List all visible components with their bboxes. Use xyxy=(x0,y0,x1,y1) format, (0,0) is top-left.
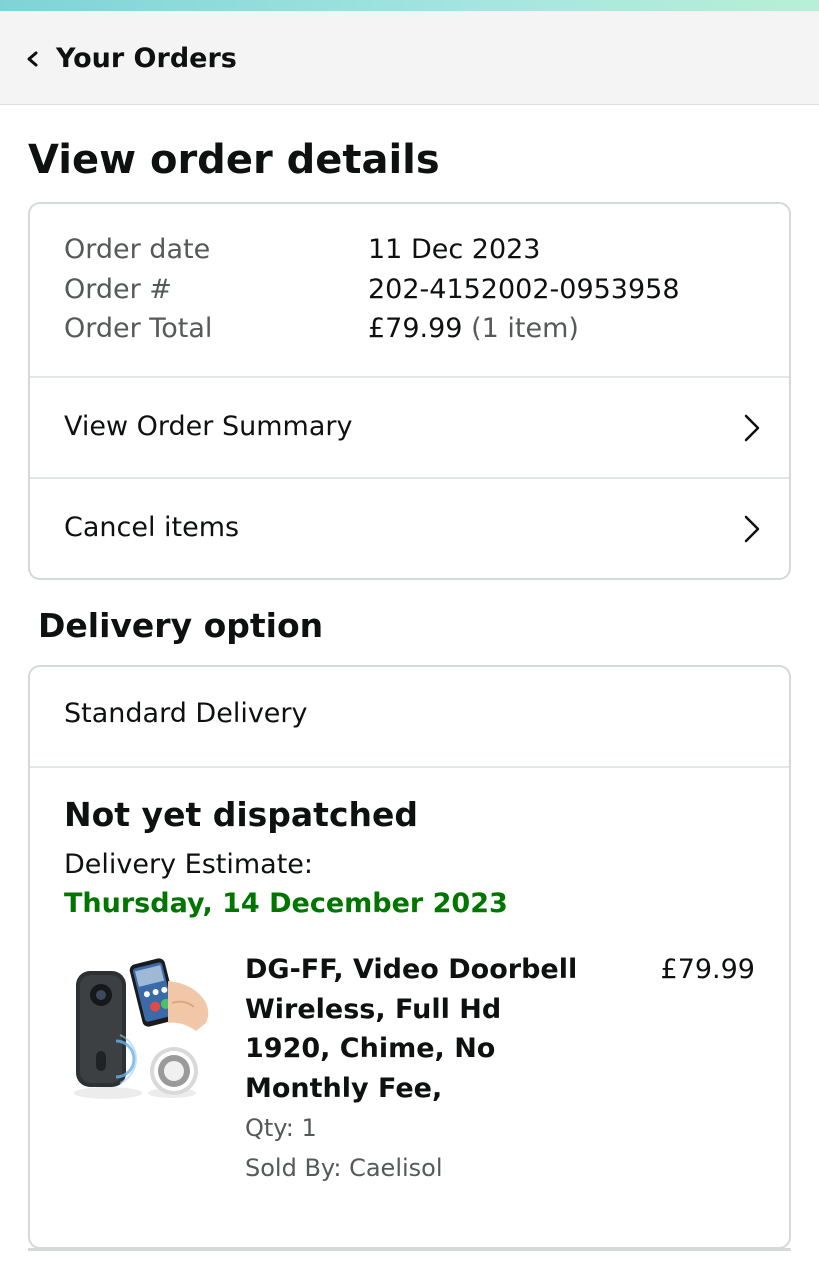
top-accent-strip xyxy=(0,0,819,11)
product-seller: Sold By: Caelisol xyxy=(245,1154,443,1182)
cancel-items-label: Cancel items xyxy=(64,512,240,543)
order-number-value: 202-4152002-0953958 xyxy=(368,273,680,305)
view-order-summary-label: View Order Summary xyxy=(64,411,353,442)
view-order-summary-row[interactable]: View Order Summary xyxy=(30,378,789,478)
chevron-left-icon[interactable] xyxy=(26,51,40,67)
order-total-value-group: £79.99 (1 item) xyxy=(368,311,579,347)
video-doorbell-image[interactable] xyxy=(68,953,216,1101)
order-number-label: Order # xyxy=(64,273,172,305)
chevron-right-icon xyxy=(744,515,760,543)
delivery-card: Standard Delivery Not yet dispatched Del… xyxy=(28,665,791,1249)
order-total-value: £79.99 xyxy=(368,313,463,344)
chevron-right-icon xyxy=(744,414,760,442)
order-total-label: Order Total xyxy=(64,313,213,344)
order-item-count: (1 item) xyxy=(471,313,579,344)
header-bar: Your Orders xyxy=(0,11,819,105)
back-to-orders-link[interactable]: Your Orders xyxy=(56,42,237,76)
order-info-card: Order date 11 Dec 2023 Order # 202-41520… xyxy=(28,202,791,580)
cancel-items-row[interactable]: Cancel items xyxy=(30,479,789,579)
divider xyxy=(30,766,789,768)
delivery-estimate-date: Thursday, 14 December 2023 xyxy=(64,888,508,919)
shipment-status: Not yet dispatched xyxy=(64,795,419,834)
product-title-link[interactable]: DG-FF, Video Doorbell Wireless, Full Hd … xyxy=(245,950,585,1108)
page-title: View order details xyxy=(28,137,440,183)
bottom-divider xyxy=(28,1248,791,1251)
product-quantity: Qty: 1 xyxy=(245,1114,317,1142)
delivery-section-title: Delivery option xyxy=(38,606,324,645)
product-price: £79.99 xyxy=(660,954,755,985)
order-date-label: Order date xyxy=(64,234,211,265)
delivery-method: Standard Delivery xyxy=(64,698,308,729)
order-date-value: 11 Dec 2023 xyxy=(368,234,541,265)
delivery-estimate-label: Delivery Estimate: xyxy=(64,849,314,880)
